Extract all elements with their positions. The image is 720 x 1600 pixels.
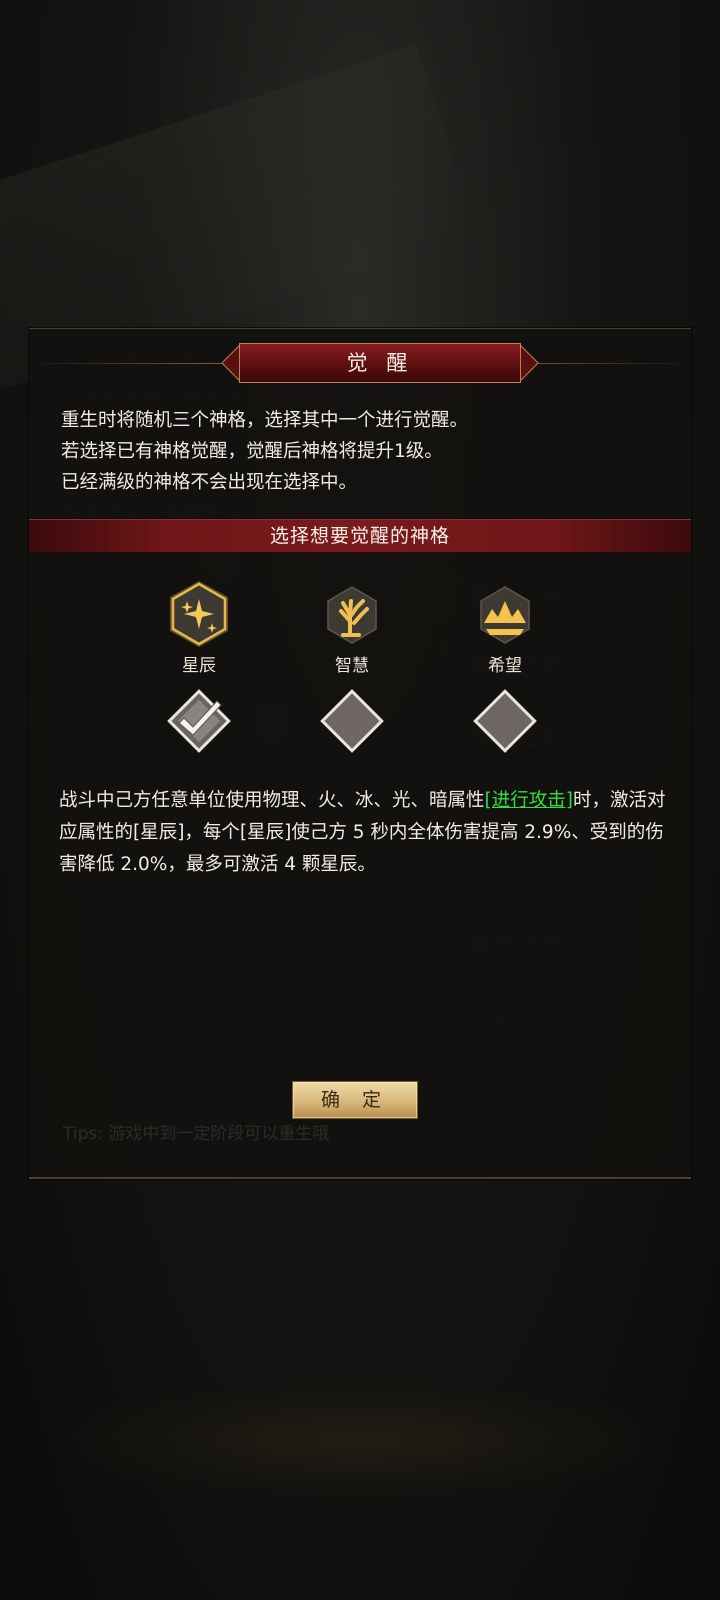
option-label: 希望 — [488, 656, 522, 676]
option-description: 战斗中己方任意单位使用物理、火、冰、光、暗属性[进行攻击]时，激活对应属性的[星… — [59, 785, 671, 881]
option-wisdom[interactable]: 智慧 — [292, 579, 412, 753]
option-hope[interactable]: 希望 — [445, 579, 565, 753]
unselected-diamond-icon[interactable] — [469, 685, 541, 757]
tree-icon[interactable] — [319, 579, 385, 649]
unselected-diamond-icon[interactable] — [316, 685, 388, 757]
background-glow — [40, 1380, 680, 1500]
title-plate: 觉 醒 — [221, 343, 539, 383]
option-stars[interactable]: 星辰 — [139, 579, 259, 753]
crown-icon[interactable] — [472, 579, 538, 649]
intro-line: 已经满级的神格不会出现在选择中。 — [61, 472, 358, 493]
confirm-button[interactable]: 确 定 — [292, 1081, 418, 1119]
tips-text: Tips: 游戏中到一定阶段可以重生哦 — [63, 1124, 330, 1144]
option-list: 星辰 智慧 希望 — [29, 579, 691, 769]
modal-title: 觉 醒 — [346, 351, 414, 375]
option-label: 智慧 — [335, 656, 369, 676]
awakening-modal: 觉 醒 重生时将随机三个神格，选择其中一个进行觉醒。 若选择已有神格觉醒，觉醒后… — [29, 328, 691, 1179]
attack-link[interactable]: [进行攻击] — [485, 790, 573, 811]
title-divider-left — [29, 363, 229, 364]
intro-text: 重生时将随机三个神格，选择其中一个进行觉醒。 若选择已有神格觉醒，觉醒后神格将提… — [61, 405, 671, 498]
option-label: 星辰 — [182, 656, 216, 676]
stars-icon[interactable] — [166, 579, 232, 649]
intro-line: 重生时将随机三个神格，选择其中一个进行觉醒。 — [61, 410, 469, 431]
description-text: 战斗中己方任意单位使用物理、火、冰、光、暗属性 — [59, 790, 485, 811]
selected-check-icon[interactable] — [163, 685, 235, 757]
section-title: 选择想要觉醒的神格 — [269, 525, 450, 547]
section-header: 选择想要觉醒的神格 — [29, 519, 691, 553]
intro-line: 若选择已有神格觉醒，觉醒后神格将提升1级。 — [61, 441, 443, 462]
